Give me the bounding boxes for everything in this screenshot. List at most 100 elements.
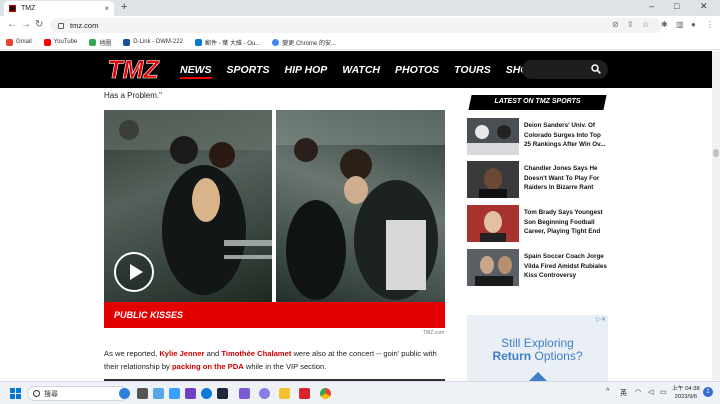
back-arrow-icon[interactable]: ← xyxy=(7,19,17,30)
story-thumbnail xyxy=(467,118,519,155)
ime-indicator[interactable]: 英 xyxy=(620,388,627,398)
tray-chevron-up-icon[interactable]: ^ xyxy=(606,388,609,395)
story-headline[interactable]: Chandler Jones Says He Doesn't Want To P… xyxy=(524,164,608,193)
bing-icon[interactable] xyxy=(119,388,130,399)
story-thumbnail xyxy=(467,249,519,286)
sidebar-story[interactable]: Deion Sanders' Univ. Of Colorado Surges … xyxy=(467,118,607,156)
terminal-icon[interactable] xyxy=(217,388,228,399)
scrollbar-thumb[interactable] xyxy=(713,149,719,157)
advertisement[interactable]: ▷✕ Still Exploring Return Options? xyxy=(467,315,608,381)
app-gear-icon[interactable] xyxy=(259,388,270,399)
sidebar-story[interactable]: Spain Soccer Coach Jorge Vilda Fired Ami… xyxy=(467,249,607,287)
link-kylie-jenner[interactable]: Kylie Jenner xyxy=(159,349,204,358)
mcafee-icon[interactable] xyxy=(299,388,310,399)
clock-time: 上午 04:38 xyxy=(672,386,700,392)
new-tab-button[interactable]: + xyxy=(121,1,127,13)
tab-close-icon[interactable]: × xyxy=(104,4,109,13)
bookmark-label: YouTube xyxy=(53,39,78,45)
file-app-icon[interactable] xyxy=(169,388,180,399)
play-icon xyxy=(130,264,143,280)
paragraph-text: and xyxy=(206,349,220,358)
clock-date: 2023/9/6 xyxy=(674,394,698,400)
page-scrollbar[interactable] xyxy=(712,51,720,380)
notification-badge[interactable]: 1 xyxy=(703,387,713,397)
edge-icon[interactable] xyxy=(201,388,212,399)
video-player[interactable] xyxy=(104,110,445,302)
link-packing-pda[interactable]: packing on the PDA xyxy=(172,362,244,371)
nav-watch[interactable]: WATCH xyxy=(342,64,380,79)
search-icon[interactable] xyxy=(591,64,601,74)
teams-icon[interactable] xyxy=(185,388,196,399)
profile-avatar-icon[interactable]: ● xyxy=(691,20,696,29)
ad-arrow-icon xyxy=(529,372,547,381)
task-view-icon[interactable] xyxy=(137,388,148,399)
bookmark-gmail[interactable]: Gmail xyxy=(6,38,32,46)
tmz-logo[interactable]: TMZ xyxy=(103,56,163,83)
photo-right-panel xyxy=(276,110,445,302)
ad-rest: Options? xyxy=(534,349,583,363)
share-icon[interactable]: ⇪ xyxy=(627,20,634,29)
nav-hip-hop[interactable]: HIP HOP xyxy=(284,64,327,79)
eye-off-icon[interactable]: ⊘ xyxy=(612,20,619,29)
search-icon xyxy=(33,390,40,397)
gmail-icon xyxy=(6,38,13,46)
close-window-button[interactable]: ✕ xyxy=(700,1,708,12)
windows-start-icon[interactable] xyxy=(10,388,21,399)
bookmark-youtube[interactable]: YouTube xyxy=(43,38,78,46)
youtube-icon xyxy=(43,38,51,46)
browser-tab-tmz[interactable]: TMZ × xyxy=(4,1,114,16)
story-thumbnail xyxy=(467,161,519,198)
taskbar-clock[interactable]: 上午 04:38 2023/9/6 xyxy=(672,385,700,401)
star-bookmark-icon[interactable]: ☆ xyxy=(642,20,649,29)
address-bar[interactable]: tmz.com xyxy=(50,18,662,33)
story-thumbnail xyxy=(467,205,519,242)
forward-arrow-icon[interactable]: → xyxy=(21,19,31,30)
nav-sports[interactable]: SPORTS xyxy=(227,64,270,79)
story-headline[interactable]: Deion Sanders' Univ. Of Colorado Surges … xyxy=(524,121,608,150)
menu-kebab-icon[interactable]: ⋮ xyxy=(706,20,714,29)
bookmark-label: 變更 Chrome 的安... xyxy=(282,40,336,47)
story-headline[interactable]: Tom Brady Says Youngest Son Beginning Fo… xyxy=(524,208,608,237)
ad-headline-line1: Still Exploring xyxy=(501,336,574,350)
bookmark-maps[interactable]: 地圖 xyxy=(89,38,111,47)
battery-icon[interactable]: ▭ xyxy=(660,388,667,396)
maps-icon xyxy=(89,38,97,46)
file-explorer-icon[interactable] xyxy=(279,388,290,399)
bookmark-chrome-settings[interactable]: 變更 Chrome 的安... xyxy=(272,38,336,47)
widgets-icon[interactable] xyxy=(153,388,164,399)
bookmark-label: D-Link - DWM-222 xyxy=(133,39,183,45)
bookmark-dlink[interactable]: D-Link - DWM-222 xyxy=(123,38,183,46)
nav-news[interactable]: NEWS xyxy=(180,64,212,79)
site-search-input[interactable] xyxy=(522,60,608,79)
bookmark-label: 地圖 xyxy=(99,40,112,47)
minimize-button[interactable]: – xyxy=(649,1,654,11)
play-button[interactable] xyxy=(114,252,154,292)
story-headline[interactable]: Spain Soccer Coach Jorge Vilda Fired Ami… xyxy=(524,252,608,281)
nav-tours[interactable]: TOURS xyxy=(454,64,491,79)
windows-taskbar: 搜尋 ^ 英 ◠ ◁ ▭ 上午 04:38 2023/9/6 1 xyxy=(0,381,720,404)
speaker-icon[interactable]: ◁ xyxy=(648,388,653,396)
bookmark-outlook[interactable]: 郵件 - 葉 大維 - Ou... xyxy=(194,38,261,47)
tmz-nav: NEWS SPORTS HIP HOP WATCH PHOTOS TOURS S… xyxy=(180,64,535,79)
sidebar-story[interactable]: Chandler Jones Says He Doesn't Want To P… xyxy=(467,161,607,199)
extensions-icon[interactable]: ✱ xyxy=(661,20,668,29)
ad-choices-icon[interactable]: ▷✕ xyxy=(596,316,606,323)
latest-sports-header: LATEST ON TMZ SPORTS xyxy=(494,98,581,105)
sidepanel-icon[interactable]: ▥ xyxy=(676,20,684,29)
wifi-icon[interactable]: ◠ xyxy=(635,388,641,396)
sidebar-story[interactable]: Tom Brady Says Youngest Son Beginning Fo… xyxy=(467,205,607,243)
maximize-button[interactable]: □ xyxy=(674,1,679,11)
reload-icon[interactable]: ↻ xyxy=(35,19,43,30)
article-paragraph: As we reported, Kylie Jenner and Timothé… xyxy=(104,347,449,373)
taskbar-search-input[interactable]: 搜尋 xyxy=(27,386,128,401)
lock-icon xyxy=(58,22,64,29)
nav-photos[interactable]: PHOTOS xyxy=(395,64,439,79)
tab-title: TMZ xyxy=(21,5,36,12)
url-text: tmz.com xyxy=(70,21,99,30)
app-icon[interactable] xyxy=(239,388,250,399)
link-timothee-chalamet[interactable]: Timothée Chalamet xyxy=(221,349,291,358)
video-caption: PUBLIC KISSES xyxy=(104,302,445,328)
bookmark-label: 郵件 - 葉 大維 - Ou... xyxy=(204,40,261,47)
chrome-icon[interactable] xyxy=(320,388,331,399)
tmz-favicon-icon xyxy=(9,5,16,12)
